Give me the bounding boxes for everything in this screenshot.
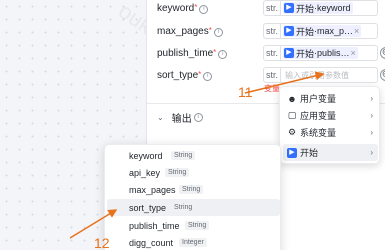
menu-item-label: 系统变量 <box>300 128 337 138</box>
menu-item-app-variables[interactable]: ▢ 应用变量 › <box>283 107 378 124</box>
param-row-keyword: keyword* i str. ▶ 开始 · keyword <box>147 0 385 18</box>
chevron-right-icon: › <box>370 148 373 157</box>
chevron-right-icon: › <box>370 94 373 103</box>
variable-type-badge: Integer <box>179 238 207 247</box>
required-mark: * <box>208 25 212 35</box>
variable-type-badge: String <box>165 168 190 177</box>
variable-item[interactable]: publish_time String <box>107 217 280 234</box>
variable-name: sort_type <box>129 202 167 213</box>
value-input[interactable]: 输入或引用参数值 <box>281 67 378 83</box>
output-label: 输出 <box>171 114 192 125</box>
add-icon[interactable]: ⊕ <box>380 69 385 81</box>
start-node-icon: ▶ <box>284 3 294 13</box>
required-mark: * <box>198 69 202 79</box>
variable-tag[interactable]: ▶ 开始 · keyword <box>283 2 353 14</box>
value-placeholder: 输入或引用参数值 <box>285 71 349 80</box>
param-row-max-pages: max_pages* i str. ▶ 开始 · max_p… × <box>147 21 385 41</box>
tag-var: max_p… <box>317 26 354 36</box>
variable-item[interactable]: max_pages String <box>107 181 280 198</box>
required-mark: * <box>213 47 217 57</box>
variable-name: publish_time <box>129 220 180 231</box>
close-icon[interactable]: × <box>354 26 359 36</box>
variable-item[interactable]: keyword String <box>107 147 280 164</box>
menu-item-label: 应用变量 <box>300 111 337 121</box>
type-select[interactable]: str. <box>263 67 281 83</box>
variable-item[interactable]: sort_type String <box>107 199 280 216</box>
start-variables-list: keyword String api_key String max_pages … <box>104 144 281 250</box>
variable-item[interactable]: digg_count Integer <box>107 234 280 250</box>
folder-icon: ▢ <box>287 110 297 120</box>
gear-icon: ⚙ <box>287 127 297 137</box>
start-node-icon: ▶ <box>287 147 297 158</box>
variable-name: api_key <box>129 167 161 178</box>
variable-item[interactable]: api_key String <box>107 164 280 181</box>
chevron-right-icon: › <box>370 111 373 120</box>
tag-node: 开始 <box>296 3 315 14</box>
info-icon[interactable]: i <box>203 71 213 81</box>
value-field[interactable]: ▶ 开始 · keyword <box>281 0 378 16</box>
info-icon[interactable]: i <box>213 27 223 37</box>
type-select[interactable]: str. <box>263 45 281 61</box>
menu-item-user-variables[interactable]: ☻ 用户变量 › <box>283 90 378 107</box>
validation-message: 变量 <box>264 84 280 93</box>
param-name: publish_time <box>157 47 214 59</box>
required-mark: * <box>194 2 198 12</box>
type-select[interactable]: str. <box>263 0 281 16</box>
param-row-sort-type: sort_type*i str. 输入或引用参数值 ⊕ <box>147 65 385 85</box>
output-section-header[interactable]: ⌄ 输出 i <box>157 110 203 125</box>
close-icon[interactable]: × <box>351 48 356 58</box>
chevron-down-icon[interactable]: ⌄ <box>157 113 164 122</box>
variable-source-menu: ☻ 用户变量 › ▢ 应用变量 › ⚙ 系统变量 › ▶ 开始 › <box>279 86 380 164</box>
param-name: max_pages <box>157 25 209 37</box>
user-icon: ☻ <box>287 93 297 104</box>
value-field[interactable]: ▶ 开始 · max_p… × <box>281 23 378 39</box>
variable-name: max_pages <box>129 184 176 195</box>
variable-name: keyword <box>129 150 163 161</box>
start-node-icon: ▶ <box>284 26 294 36</box>
menu-item-system-variables[interactable]: ⚙ 系统变量 › <box>283 124 378 141</box>
menu-item-start-node[interactable]: ▶ 开始 › <box>283 144 378 161</box>
variable-type-badge: String <box>185 221 210 230</box>
type-select[interactable]: str. <box>263 23 281 39</box>
param-name: sort_type <box>157 69 199 81</box>
variable-type-badge: String <box>179 185 204 194</box>
tag-node: 开始 <box>296 26 315 37</box>
info-icon[interactable]: i <box>193 113 203 122</box>
info-icon[interactable]: i <box>199 4 209 14</box>
tag-var: publis… <box>317 48 350 58</box>
chevron-right-icon: › <box>370 128 373 137</box>
param-row-publish-time: publish_time*i str. ▶ 开始 · publis… × ⊕ <box>147 43 385 63</box>
annotation-step-12: 12 <box>94 235 110 250</box>
start-node-icon: ▶ <box>284 48 294 58</box>
menu-item-label: 开始 <box>300 148 319 158</box>
add-icon[interactable]: ⊕ <box>380 47 385 59</box>
menu-item-label: 用户变量 <box>300 94 337 104</box>
info-icon[interactable]: i <box>218 49 228 59</box>
annotation-step-11: 11 <box>238 84 253 100</box>
param-name: keyword <box>157 2 195 14</box>
variable-name: digg_count <box>129 237 174 248</box>
variable-type-badge: String <box>171 151 196 160</box>
variable-tag[interactable]: ▶ 开始 · publis… × <box>283 47 358 59</box>
tag-var: keyword <box>317 3 351 13</box>
tag-node: 开始 <box>296 48 315 59</box>
value-field[interactable]: ▶ 开始 · publis… × <box>281 45 378 61</box>
variable-type-badge: String <box>171 203 196 212</box>
variable-tag[interactable]: ▶ 开始 · max_p… × <box>283 25 362 37</box>
